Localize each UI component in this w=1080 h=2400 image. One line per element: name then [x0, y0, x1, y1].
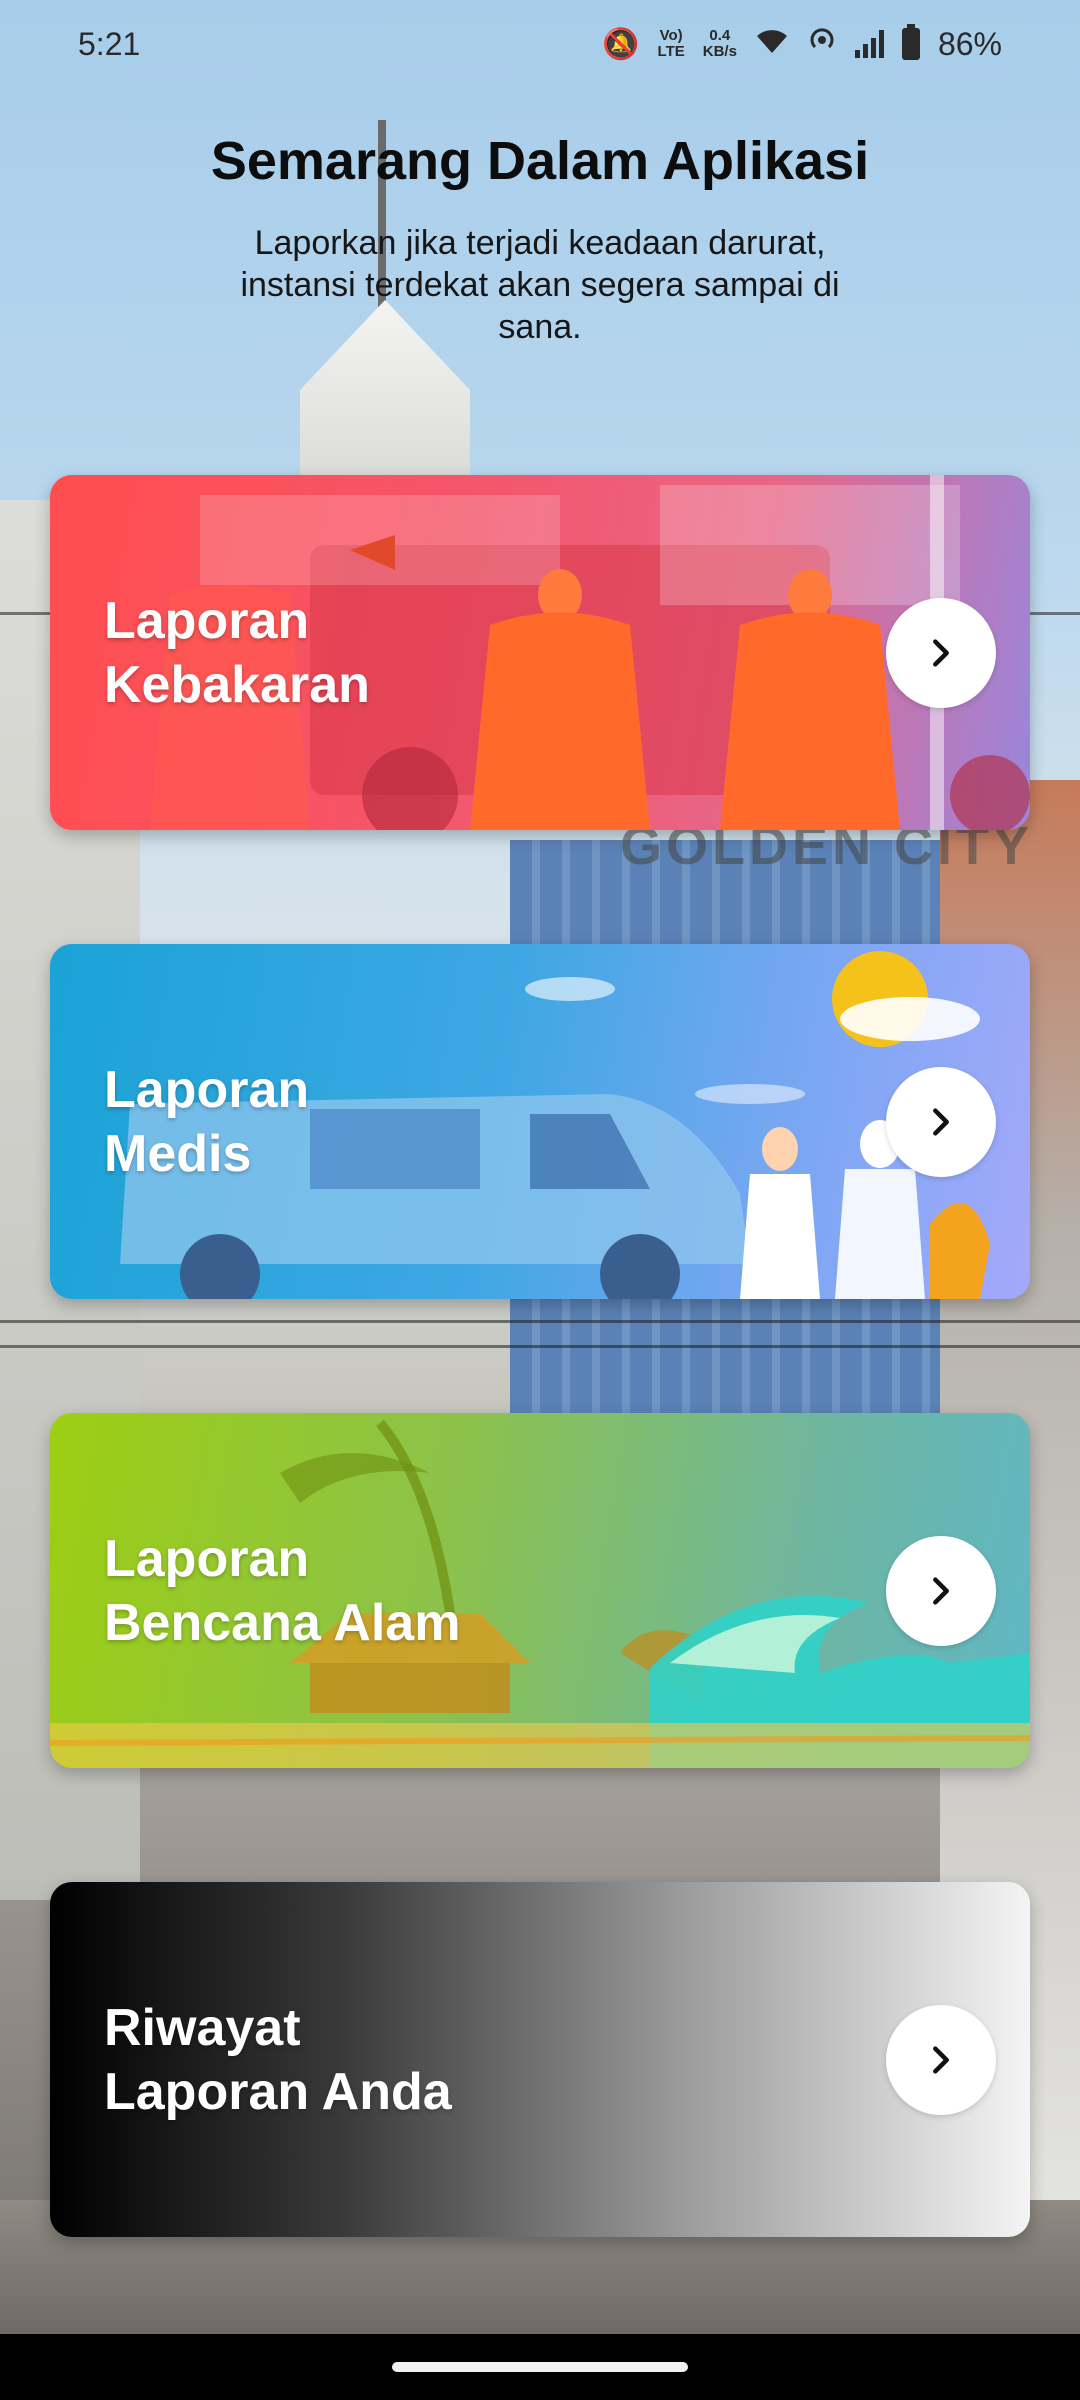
signal-icon: [854, 30, 884, 58]
medical-report-button[interactable]: [886, 1066, 996, 1177]
home-indicator[interactable]: [392, 2362, 688, 2372]
speed-value: 0.4: [709, 27, 731, 44]
card-title-line2: Laporan Anda: [104, 2062, 452, 2121]
chevron-right-icon: [933, 638, 949, 667]
battery-level: 86%: [937, 25, 1002, 62]
speed-unit: KB/s: [702, 43, 737, 60]
card-title: Laporan Kebakaran: [104, 589, 370, 717]
card-title-line2: Kebakaran: [104, 655, 370, 714]
wifi-icon: [755, 26, 789, 63]
page-subtitle: Laporkan jika terjadi keadaan darurat, i…: [240, 224, 840, 346]
power-line: [0, 1345, 1080, 1348]
medical-report-card[interactable]: Laporan Medis: [50, 944, 1030, 1299]
network-speed: 0.4 KB/s: [703, 28, 737, 60]
report-history-button[interactable]: [886, 2004, 996, 2115]
card-title-line2: Bencana Alam: [104, 1593, 461, 1652]
status-time: 5:21: [78, 25, 141, 62]
power-line: [0, 1320, 1080, 1323]
battery-icon: [901, 24, 920, 60]
chevron-right-icon: [933, 1107, 949, 1136]
card-title: Laporan Medis: [104, 1058, 309, 1186]
status-icons: 🔕 Vo) LTE 0.4 KB/s 86%: [602, 24, 1002, 63]
card-title: Riwayat Laporan Anda: [104, 1996, 452, 2124]
page-title: Semarang Dalam Aplikasi: [210, 131, 870, 191]
card-title: Laporan Bencana Alam: [104, 1527, 460, 1655]
chevron-right-icon: [933, 1576, 949, 1605]
card-title-line1: Riwayat: [104, 1998, 301, 2057]
card-title-line1: Laporan: [104, 1529, 310, 1588]
card-title-line1: Laporan: [104, 1060, 310, 1119]
volte-bottom: LTE: [657, 43, 685, 60]
chevron-right-icon: [933, 2045, 949, 2074]
disaster-report-card[interactable]: Laporan Bencana Alam: [50, 1413, 1030, 1768]
navigation-bar: [0, 2334, 1080, 2400]
disaster-report-button[interactable]: [886, 1535, 996, 1646]
mute-icon: 🔕: [602, 27, 640, 61]
hotspot-icon: [807, 25, 837, 63]
volte-icon: Vo) LTE: [658, 28, 685, 60]
card-title-line2: Medis: [104, 1124, 252, 1183]
report-history-card[interactable]: Riwayat Laporan Anda: [50, 1882, 1030, 2237]
status-bar: 5:21 🔕 Vo) LTE 0.4 KB/s 86%: [0, 0, 1080, 88]
volte-top: Vo): [659, 27, 683, 44]
card-title-line1: Laporan: [104, 591, 310, 650]
header: Semarang Dalam Aplikasi Laporkan jika te…: [0, 130, 1080, 348]
fire-report-card[interactable]: Laporan Kebakaran: [50, 475, 1030, 830]
fire-report-button[interactable]: [886, 597, 996, 708]
